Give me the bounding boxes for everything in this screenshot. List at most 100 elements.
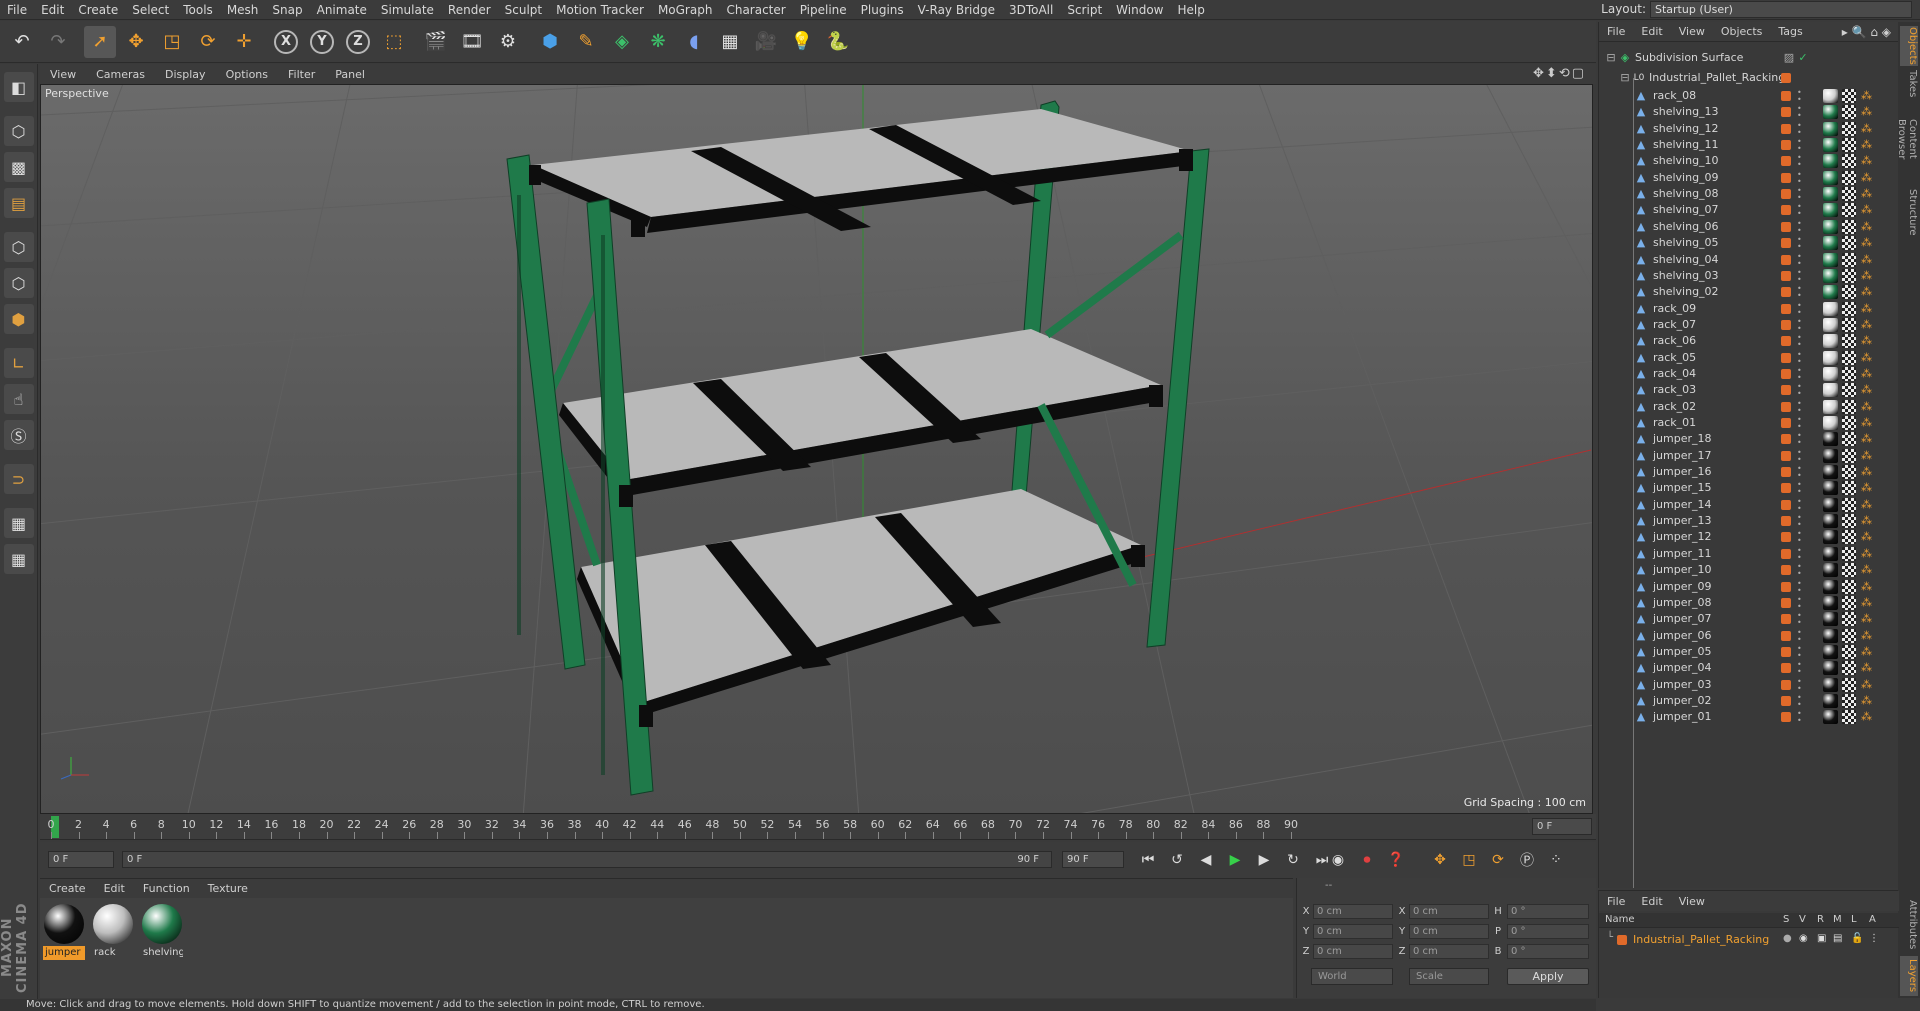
layer-color-swatch[interactable] [1617, 935, 1627, 945]
visibility-dots-icon[interactable]: • • [1797, 219, 1802, 234]
phong-tag-icon[interactable]: ⁂ [1861, 138, 1875, 152]
edges-mode-icon[interactable]: ⬡ [3, 268, 34, 298]
visibility-dots-icon[interactable]: • • [1797, 350, 1802, 365]
phong-tag-icon[interactable]: ⁂ [1861, 416, 1875, 430]
uvw-tag-icon[interactable] [1842, 563, 1856, 578]
phong-tag-icon[interactable]: ⁂ [1861, 383, 1875, 397]
workplane-lock-icon[interactable]: ▦ [3, 544, 34, 574]
object-row[interactable]: ▲ jumper_11 • • ⁂ [1599, 546, 1899, 562]
redo-icon[interactable]: ↷ [42, 26, 74, 58]
material-tag-icon[interactable] [1823, 497, 1838, 512]
visibility-dots-icon[interactable]: • • [1797, 514, 1802, 529]
material-tag-icon[interactable] [1823, 432, 1838, 447]
key-scale-icon[interactable]: ◳ [1457, 848, 1481, 872]
layer-color-swatch[interactable] [1781, 483, 1791, 494]
material-tag-icon[interactable] [1823, 187, 1838, 202]
material-tag-icon[interactable] [1823, 530, 1838, 545]
material-tag-icon[interactable] [1823, 236, 1838, 251]
object-row[interactable]: ▲ shelving_06 • • ⁂ [1599, 219, 1899, 235]
grid-lock-icon[interactable]: ▦ [3, 508, 34, 538]
visibility-dots-icon[interactable]: • • [1797, 138, 1802, 153]
object-name[interactable]: shelving_04 [1653, 253, 1719, 266]
layer-color-swatch[interactable] [1781, 630, 1791, 641]
rot-b-field[interactable]: 0 ° [1507, 944, 1589, 959]
visibility-dots-icon[interactable]: • • [1797, 677, 1802, 692]
layer-color-swatch[interactable] [1781, 73, 1791, 83]
object-name[interactable]: jumper_03 [1653, 678, 1712, 691]
layer-color-swatch[interactable] [1781, 581, 1791, 592]
object-name[interactable]: shelving_06 [1653, 220, 1719, 233]
visibility-dots-icon[interactable]: • • [1797, 546, 1802, 561]
visibility-dots-icon[interactable]: • • [1797, 383, 1802, 398]
uvw-tag-icon[interactable] [1842, 89, 1856, 103]
object-name[interactable]: shelving_10 [1653, 154, 1719, 167]
uvw-tag-icon[interactable] [1842, 481, 1856, 496]
menu-select[interactable]: Select [125, 0, 176, 20]
phong-tag-icon[interactable]: ⁂ [1861, 334, 1875, 348]
phong-tag-icon[interactable]: ⁂ [1861, 629, 1875, 643]
visibility-dots-icon[interactable]: • • [1797, 252, 1802, 267]
phong-tag-icon[interactable]: ⁂ [1861, 580, 1875, 594]
visibility-dots-icon[interactable]: • • [1797, 595, 1802, 610]
menu-v-ray-bridge[interactable]: V-Ray Bridge [911, 0, 1002, 20]
menu-plugins[interactable]: Plugins [854, 0, 911, 20]
layer-color-swatch[interactable] [1781, 368, 1791, 379]
layer-render-icon[interactable]: ▣ [1817, 933, 1826, 944]
move-tool-icon[interactable]: ✥ [120, 26, 152, 58]
object-name[interactable]: jumper_07 [1653, 612, 1712, 625]
make-editable-icon[interactable]: ◧ [3, 72, 34, 102]
object-row[interactable]: ▲ jumper_05 • • ⁂ [1599, 644, 1899, 660]
object-row[interactable]: ▲ jumper_06 • • ⁂ [1599, 628, 1899, 644]
visibility-dots-icon[interactable]: • • [1797, 644, 1802, 659]
object-name[interactable]: shelving_03 [1653, 269, 1719, 282]
layer-color-swatch[interactable] [1781, 205, 1791, 216]
material-tag-icon[interactable] [1823, 416, 1838, 430]
uvw-tag-icon[interactable] [1842, 154, 1856, 169]
object-name[interactable]: jumper_15 [1653, 481, 1712, 494]
object-row[interactable]: ▲ jumper_04 • • ⁂ [1599, 660, 1899, 676]
render-settings-icon[interactable]: ⚙ [492, 26, 524, 58]
layer-color-swatch[interactable] [1781, 238, 1791, 249]
layer-color-swatch[interactable] [1781, 91, 1791, 101]
layer-color-swatch[interactable] [1781, 646, 1791, 657]
object-row[interactable]: ▲ shelving_11 • • ⁂ [1599, 137, 1899, 153]
visibility-dots-icon[interactable]: • • [1797, 89, 1802, 104]
material-tag-icon[interactable] [1823, 595, 1838, 610]
layer-color-swatch[interactable] [1781, 614, 1791, 625]
menu-pipeline[interactable]: Pipeline [793, 0, 854, 20]
size-z-field[interactable]: 0 cm [1409, 944, 1489, 959]
object-row[interactable]: ▲ shelving_12 • • ⁂ [1599, 121, 1899, 137]
menu-simulate[interactable]: Simulate [374, 0, 441, 20]
visibility-dots-icon[interactable]: • • [1797, 693, 1802, 708]
enabled-check-icon[interactable]: ✓ [1797, 52, 1809, 64]
menu-file[interactable]: File [0, 0, 34, 20]
object-name[interactable]: jumper_09 [1653, 580, 1712, 593]
phong-tag-icon[interactable]: ⁂ [1861, 465, 1875, 479]
uvw-tag-icon[interactable] [1842, 710, 1856, 725]
object-name[interactable]: shelving_07 [1653, 203, 1719, 216]
material-jumper[interactable]: jumper [43, 904, 85, 960]
object-row[interactable]: ▲ rack_08 • • ⁂ [1599, 88, 1899, 104]
phong-tag-icon[interactable]: ⁂ [1861, 678, 1875, 692]
material-tag-icon[interactable] [1823, 219, 1838, 234]
object-row-group[interactable]: ⊟ L0 Industrial_Pallet_Racking [1599, 68, 1899, 88]
layer-color-swatch[interactable] [1781, 107, 1791, 118]
material-tag-icon[interactable] [1823, 514, 1838, 529]
material-shelving[interactable]: shelving [141, 904, 183, 960]
phong-tag-icon[interactable]: ⁂ [1861, 105, 1875, 119]
object-manager-tools-icon[interactable]: ▸ 🔍 ⌂ ◈ [1834, 25, 1899, 39]
uvw-tag-icon[interactable] [1842, 612, 1856, 627]
material-tag-icon[interactable] [1823, 383, 1838, 398]
visibility-dots-icon[interactable]: • • [1797, 628, 1802, 643]
previous-key-icon[interactable]: ↺ [1165, 848, 1189, 872]
uvw-tag-icon[interactable] [1842, 301, 1856, 316]
pos-z-field[interactable]: 0 cm [1313, 944, 1393, 959]
uvw-tag-icon[interactable] [1842, 399, 1856, 414]
enable-axis-icon[interactable]: ∟ [3, 348, 34, 378]
coordinate-system-icon[interactable]: ⬚ [378, 26, 410, 58]
visibility-dots-icon[interactable]: • • [1797, 481, 1802, 496]
viewport-menu-display[interactable]: Display [155, 68, 216, 81]
uvw-tag-icon[interactable] [1842, 546, 1856, 561]
phong-tag-icon[interactable]: ⁂ [1861, 514, 1875, 528]
layer-color-swatch[interactable] [1781, 189, 1791, 200]
